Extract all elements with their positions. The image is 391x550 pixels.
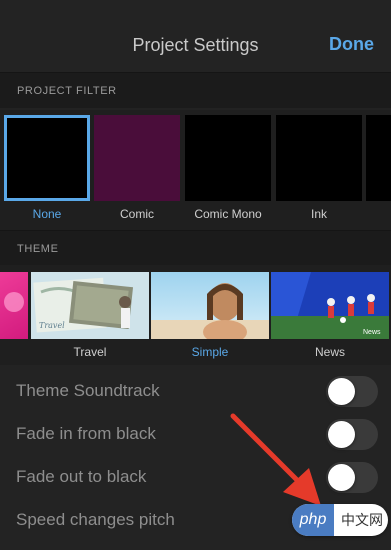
setting-label: Speed changes pitch — [16, 510, 175, 529]
filter-thumbnail — [276, 115, 362, 201]
theme-label: Simple — [191, 345, 229, 359]
theme-header: THEME — [0, 230, 391, 266]
project-filter-section-label: PROJECT FILTER — [17, 85, 117, 97]
theme-thumbnail — [151, 272, 269, 339]
theme-news[interactable]: News News — [271, 272, 389, 364]
toggle-knob — [328, 378, 355, 405]
filter-thumbnail — [185, 115, 271, 201]
filter-comic-mono[interactable]: Comic Mono — [185, 115, 271, 227]
filter-thumbnail — [366, 115, 391, 201]
theme-simple[interactable]: Simple — [151, 272, 269, 364]
watermark-logo: php 中文网 — [292, 504, 388, 536]
theme-thumbnail: News — [271, 272, 389, 339]
filter-comic[interactable]: Comic — [94, 115, 180, 227]
annotation-arrow-icon — [230, 413, 321, 506]
news-badge: News — [363, 329, 381, 336]
setting-label: Theme Soundtrack — [16, 381, 160, 400]
theme-thumbnail — [0, 272, 28, 339]
setting-label: Fade out to black — [16, 467, 147, 486]
nav-header: Project Settings Done — [0, 0, 391, 72]
filter-ink[interactable]: Ink — [276, 115, 362, 227]
filter-thumbnail — [94, 115, 180, 201]
project-filter-header: PROJECT FILTER — [0, 72, 391, 108]
filter-label: Ink — [310, 207, 327, 221]
theme-thumbnail: Travel — [31, 272, 149, 339]
theme-travel[interactable]: Travel Travel — [31, 272, 149, 364]
filter-partial[interactable] — [366, 115, 391, 227]
theme-section-label: THEME — [17, 243, 59, 255]
filter-thumbnail — [4, 115, 90, 201]
done-button[interactable]: Done — [329, 34, 374, 55]
watermark-php: php — [292, 504, 334, 536]
theme-label: Travel — [73, 345, 107, 359]
watermark-cn: 中文网 — [341, 512, 383, 528]
setting-theme-soundtrack: Theme Soundtrack — [0, 370, 391, 413]
svg-text:Travel: Travel — [39, 321, 65, 330]
filter-carousel[interactable]: None Comic Comic Mono Ink — [0, 110, 391, 230]
theme-partial[interactable] — [0, 272, 28, 364]
theme-soundtrack-toggle[interactable] — [326, 376, 378, 407]
theme-carousel[interactable]: Travel Travel Simple News News — [0, 265, 391, 365]
theme-label: News — [314, 345, 345, 359]
filter-none[interactable]: None — [4, 115, 90, 227]
setting-label: Fade in from black — [16, 424, 156, 443]
